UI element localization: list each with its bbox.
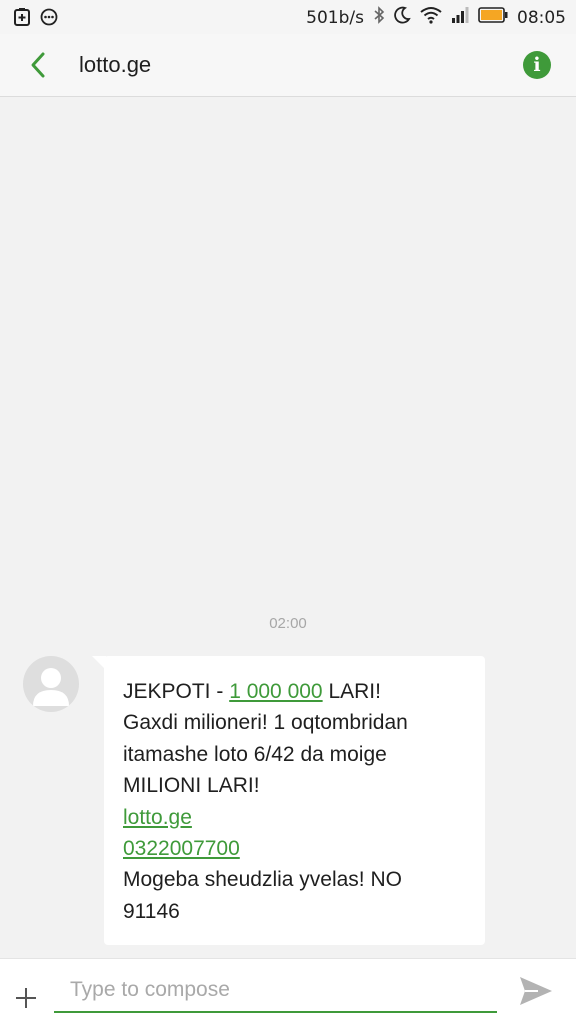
app-bar: lotto.ge i [0,34,576,97]
message-bubble[interactable]: JEKPOTI - 1 000 000 LARI! Gaxdi milioner… [104,656,485,945]
conversation-title: lotto.ge [79,52,152,77]
send-icon [520,977,552,1005]
phone-link[interactable]: 0322007700 [123,837,240,860]
status-bar: 501b/s 08:05 [0,0,576,34]
person-icon [33,668,69,706]
network-speed: 501b/s [306,7,364,28]
clock: 08:05 [517,7,566,28]
website-link[interactable]: lotto.ge [123,806,192,829]
message-line: MILIONI LARI! [123,774,260,798]
battery-icon [478,7,508,28]
compose-input[interactable] [54,969,497,1013]
signal-icon [451,7,469,28]
wifi-icon [420,6,442,29]
info-button[interactable]: i [523,51,551,79]
amount-link[interactable]: 1 000 000 [229,680,322,703]
message-line: itamashe loto 6/42 da moige [123,742,387,766]
send-button[interactable] [518,975,554,1007]
info-icon: i [533,54,541,76]
message-line: 91146 [123,899,180,923]
chevron-left-icon [31,52,45,78]
battery-saver-icon [14,8,30,31]
message-line: Mogeba sheudzlia yvelas! NO [123,868,402,892]
message-notification-icon [40,8,58,31]
message-line: JEKPOTI - 1 000 000 LARI! [123,680,381,703]
avatar[interactable] [23,656,79,712]
back-button[interactable] [24,50,54,80]
moon-icon [394,6,411,29]
bluetooth-icon [373,6,385,29]
compose-bar [0,958,576,1025]
message-line: Gaxdi milioneri! 1 oqtombridan [123,711,408,735]
message-timestamp: 02:00 [269,615,307,632]
add-attachment-button[interactable] [14,986,38,1010]
plus-icon [16,988,36,1008]
